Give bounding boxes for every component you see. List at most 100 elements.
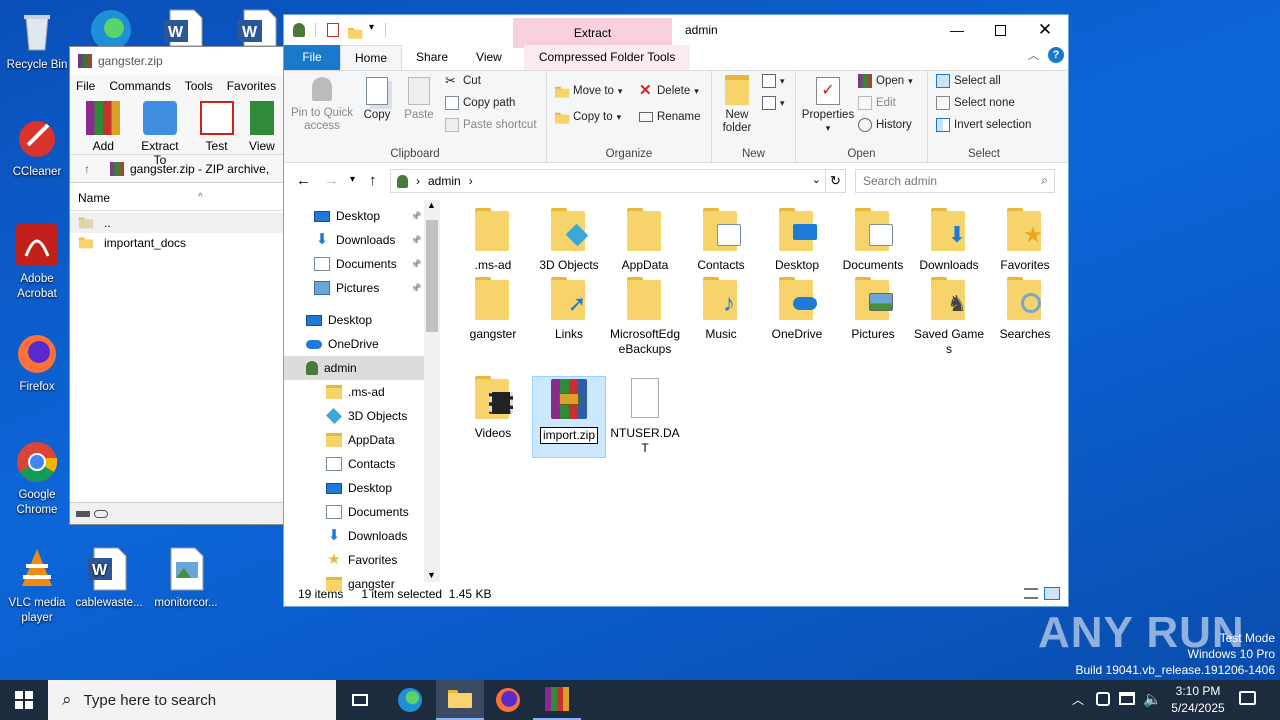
breadcrumb[interactable]: admin — [428, 174, 461, 188]
paste-button[interactable]: Paste — [401, 77, 437, 122]
tab-file[interactable]: File — [284, 45, 340, 70]
file-item[interactable]: OneDrive — [760, 277, 834, 342]
new-folder-button[interactable]: New folder — [718, 75, 756, 135]
pin-icon[interactable]: 📌 — [411, 211, 422, 222]
details-view-icon[interactable] — [1024, 588, 1038, 599]
navigation-pane[interactable]: Desktop 📌 ⬇ Downloads 📌 Documents 📌 Pictures 📌 De… — [284, 200, 440, 591]
file-item[interactable]: Videos — [456, 376, 530, 441]
clock[interactable]: 3:10 PM 5/24/2025 — [1166, 683, 1230, 717]
volume-icon[interactable]: 🔈 — [1143, 690, 1162, 708]
forward-button[interactable]: → — [324, 172, 339, 189]
ribbon-collapse-icon[interactable]: ︿ — [1028, 47, 1039, 63]
column-header-name[interactable]: Name ^ — [70, 185, 284, 211]
pin-icon[interactable]: 📌 — [411, 259, 422, 270]
file-item[interactable]: .ms-ad — [456, 208, 530, 273]
open-button[interactable]: Open ▾ — [858, 71, 913, 91]
add-button[interactable]: Add — [78, 101, 129, 153]
security-icon[interactable] — [1096, 692, 1110, 706]
show-hidden-icons-chevron-icon[interactable]: ︿ — [1072, 691, 1084, 708]
maximize-button[interactable] — [985, 15, 1015, 45]
menu-favorites[interactable]: Favorites — [227, 79, 276, 93]
nav-item[interactable]: ⬇ Downloads — [284, 524, 424, 548]
pin-quick-access-button[interactable]: Pin to Quick access — [290, 77, 354, 133]
file-item[interactable]: MicrosoftEdgeBackups — [608, 277, 682, 357]
file-item[interactable]: ➚ Links — [532, 277, 606, 342]
file-item[interactable]: Documents — [836, 208, 910, 273]
context-tab-extract[interactable]: Extract — [513, 18, 672, 48]
task-view-button[interactable] — [336, 680, 384, 720]
nav-item[interactable]: Desktop 📌 — [284, 204, 424, 228]
recent-locations-button[interactable]: ▾ — [350, 174, 355, 185]
up-arrow-icon[interactable]: ↑ — [84, 162, 90, 176]
properties-button[interactable]: ✓ Properties ▾ — [800, 77, 856, 135]
invert-selection-button[interactable]: Invert selection — [936, 115, 1031, 135]
copy-button[interactable]: Copy — [359, 77, 395, 122]
nav-item[interactable]: admin — [284, 356, 424, 380]
select-all-button[interactable]: Select all — [936, 71, 1001, 91]
nav-item[interactable]: Pictures 📌 — [284, 276, 424, 300]
file-item[interactable]: NTUSER.DAT — [608, 376, 682, 456]
properties-quick-icon[interactable] — [327, 23, 339, 37]
menu-commands[interactable]: Commands — [109, 79, 170, 93]
minimize-button[interactable]: — — [942, 15, 972, 45]
file-item[interactable]: AppData — [608, 208, 682, 273]
address-dropdown-icon[interactable]: ⌄ — [812, 173, 821, 186]
file-list[interactable]: .ms-ad 3D Objects AppData Contacts Desktop Do… — [444, 200, 1068, 585]
network-icon[interactable] — [1119, 692, 1135, 705]
desktop-icon-recycle-bin[interactable]: Recycle Bin — [1, 8, 73, 73]
select-none-button[interactable]: Select none — [936, 93, 1015, 113]
file-item[interactable]: Desktop — [760, 208, 834, 273]
file-item[interactable]: gangster — [456, 277, 530, 342]
explorer-titlebar[interactable]: ▾ Extract admin — ✕ — [284, 15, 1068, 48]
scroll-up-arrow[interactable]: ▲ — [427, 200, 436, 210]
nav-item[interactable]: Contacts — [284, 452, 424, 476]
delete-button[interactable]: ✕ Delete ▾ — [639, 81, 699, 101]
desktop-icon-firefox[interactable]: Firefox — [1, 330, 73, 395]
test-button[interactable]: Test — [191, 101, 242, 153]
copy-path-button[interactable]: Copy path — [445, 93, 515, 113]
taskbar-file-explorer[interactable] — [436, 680, 484, 720]
file-item[interactable]: ⬇ Downloads — [912, 208, 986, 273]
new-folder-quick-icon[interactable] — [348, 28, 363, 39]
tab-compressed-folder-tools[interactable]: Compressed Folder Tools — [523, 45, 691, 70]
nav-item[interactable]: Documents — [284, 500, 424, 524]
notifications-icon[interactable] — [1239, 691, 1256, 705]
refresh-button[interactable]: ↻ — [826, 169, 846, 193]
paste-shortcut-button[interactable]: Paste shortcut — [445, 115, 537, 135]
start-button[interactable] — [0, 680, 48, 720]
copy-to-button[interactable]: Copy to ▾ — [555, 107, 621, 127]
easy-access-button[interactable]: ▾ — [762, 93, 785, 113]
menu-file[interactable]: File — [76, 79, 95, 93]
winrar-titlebar[interactable]: gangster.zip — [70, 47, 284, 75]
help-icon[interactable]: ? — [1048, 47, 1064, 63]
pin-icon[interactable]: 📌 — [411, 283, 422, 294]
nav-item[interactable]: .ms-ad — [284, 380, 424, 404]
menu-tools[interactable]: Tools — [185, 79, 213, 93]
chevron-down-icon[interactable]: ▾ — [369, 22, 374, 33]
file-item[interactable]: Contacts — [684, 208, 758, 273]
new-item-button[interactable]: ▾ — [762, 71, 785, 91]
rename-button[interactable]: Rename — [639, 107, 700, 127]
desktop-icon-adobe-acrobat[interactable]: Adobe Acrobat — [1, 222, 73, 302]
desktop-icon-ccleaner[interactable]: CCleaner — [1, 115, 73, 180]
edit-button[interactable]: Edit — [858, 93, 896, 113]
address-bar[interactable]: › admin › ⌄ — [390, 169, 826, 193]
nav-item[interactable]: Desktop — [284, 476, 424, 500]
file-item[interactable]: ♪ Music — [684, 277, 758, 342]
scroll-down-arrow[interactable]: ▼ — [427, 570, 436, 580]
nav-item[interactable]: Documents 📌 — [284, 252, 424, 276]
pin-icon[interactable]: 📌 — [411, 235, 422, 246]
nav-item[interactable]: OneDrive — [284, 332, 424, 356]
taskbar-firefox[interactable] — [484, 680, 532, 720]
file-explorer-window[interactable]: ▾ Extract admin — ✕ File Home Share View… — [283, 14, 1069, 607]
word-desktop-icon[interactable]: W — [162, 8, 206, 47]
nav-item[interactable]: AppData — [284, 428, 424, 452]
file-item[interactable]: 3D Objects — [532, 208, 606, 273]
taskbar-edge[interactable] — [386, 680, 434, 720]
taskbar-winrar[interactable] — [533, 680, 581, 720]
nav-item[interactable]: 3D Objects — [284, 404, 424, 428]
tab-view[interactable]: View — [462, 45, 516, 70]
tab-share[interactable]: Share — [402, 45, 462, 70]
history-button[interactable]: History — [858, 115, 912, 135]
tab-home[interactable]: Home — [340, 45, 403, 71]
